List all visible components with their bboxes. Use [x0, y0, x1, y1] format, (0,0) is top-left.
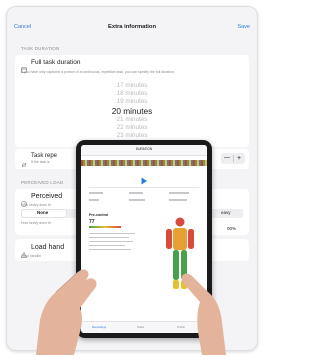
load-handling-title: Load hand	[31, 244, 65, 251]
decrement-button[interactable]: —	[224, 155, 230, 161]
picker-option[interactable]: 18 minutes	[15, 90, 249, 97]
info-line	[169, 192, 189, 194]
info-line	[129, 199, 145, 201]
info-line	[129, 192, 143, 194]
detail-line	[89, 237, 129, 238]
info-line	[169, 199, 187, 201]
duration-picker[interactable]: 17 minutes 18 minutes 19 minutes 20 minu…	[15, 79, 249, 141]
divider	[89, 187, 199, 188]
gauge-icon	[21, 194, 27, 207]
increment-button[interactable]: +	[237, 155, 241, 162]
picker-option[interactable]: 19 minutes	[15, 98, 249, 105]
repetition-stepper[interactable]: — +	[221, 153, 245, 164]
tab-tasks[interactable]: Tasks	[137, 326, 144, 329]
info-line	[89, 199, 99, 201]
picker-option[interactable]: 17 minutes	[15, 82, 249, 89]
warning-icon	[20, 245, 28, 258]
task-repetition-sub: If the task is	[31, 160, 50, 164]
info-line	[89, 192, 103, 194]
detail-line	[89, 249, 131, 250]
picker-option[interactable]: 22 minutes	[15, 124, 249, 131]
save-button[interactable]: Save	[237, 24, 250, 31]
segment-heavy[interactable]: eavy	[221, 210, 231, 216]
task-repetition-label: Task repe	[31, 153, 58, 159]
full-task-duration-title: Full task duration	[31, 59, 81, 66]
picker-option[interactable]: 23 minutes	[15, 132, 249, 139]
risk-score: 77	[89, 219, 95, 225]
perceived-load-question: How heavy does th	[21, 203, 51, 207]
perceived-load-question-2: How heavy does th	[21, 221, 51, 225]
perceived-load-title: Perceived	[31, 193, 63, 200]
load-handling-sub: Load handlin	[21, 254, 42, 258]
perceived-load-section-header: PERCEIVED LOAD	[21, 180, 64, 185]
task-duration-section-header: TASK DURATION	[21, 46, 60, 51]
load-percent-value: 00%	[227, 226, 237, 231]
segment-none[interactable]: None	[37, 210, 48, 216]
detail-line	[89, 245, 125, 246]
left-hand	[26, 262, 106, 355]
sheet-title: Extra information	[108, 24, 156, 30]
picker-selected-option[interactable]: 20 minutes	[15, 107, 249, 116]
stepper-divider	[233, 155, 234, 162]
right-hand	[174, 262, 234, 355]
repeat-icon	[21, 155, 27, 168]
picker-option[interactable]: 21 minutes	[15, 116, 249, 123]
calendar-icon	[21, 60, 27, 73]
detail-line	[89, 241, 133, 242]
full-task-duration-subtitle: If you have only captured a portion of a…	[21, 70, 175, 74]
play-icon[interactable]	[140, 172, 148, 185]
tablet-title: DURATION	[135, 147, 153, 151]
detail-line	[89, 233, 135, 234]
task-duration-card: Full task duration If you have only capt…	[15, 55, 249, 147]
tablet-nav-bar: DURATION	[81, 145, 207, 156]
pre-control-label: Pre-control	[89, 213, 109, 217]
risk-scale-bar	[89, 226, 121, 228]
timeline-strip	[81, 160, 207, 166]
